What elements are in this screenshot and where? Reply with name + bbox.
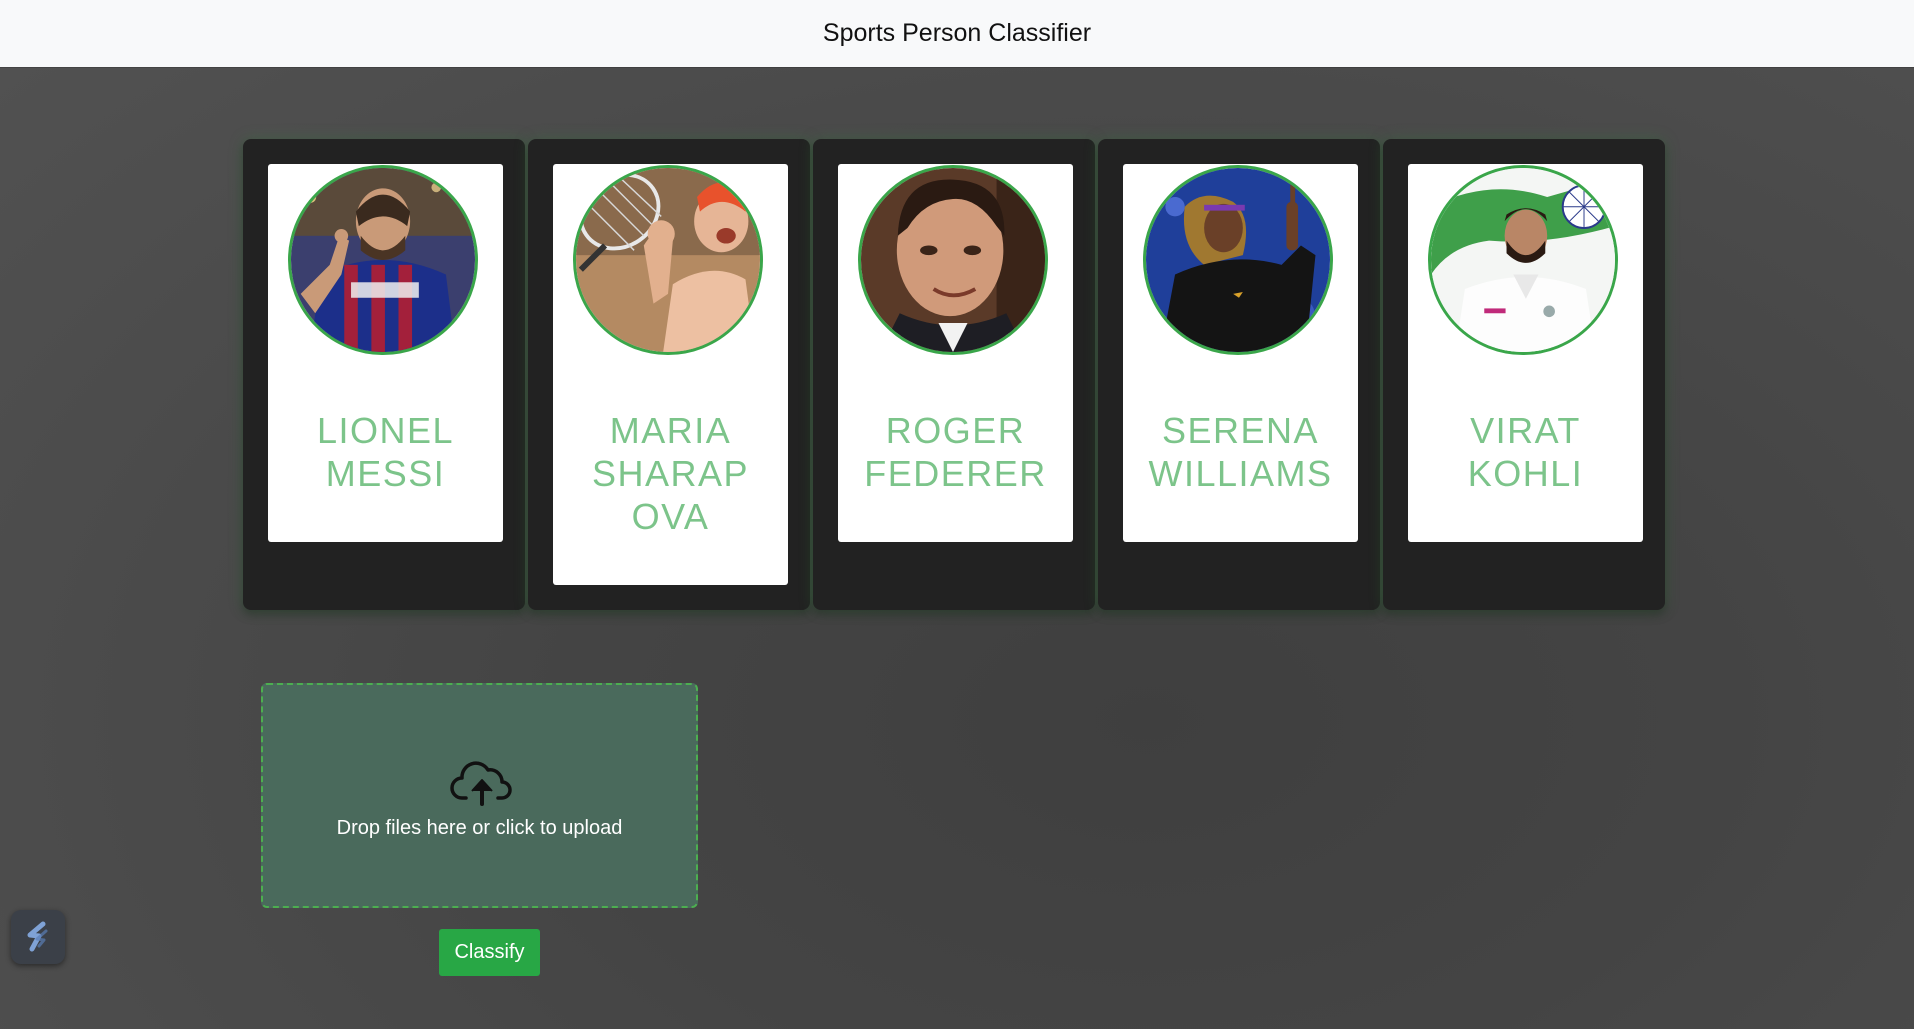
player-name-line: VIRAT <box>1470 410 1581 451</box>
player-name-line: ROGER <box>885 410 1026 451</box>
serena-photo <box>1143 165 1333 355</box>
player-name: LIONEL MESSI <box>268 409 503 495</box>
player-card-body: ROGER FEDERER <box>838 164 1073 542</box>
player-name: SERENA WILLIAMS <box>1123 409 1358 495</box>
player-card-body: LIONEL MESSI <box>268 164 503 542</box>
cloud-upload-icon <box>450 761 512 806</box>
sharapova-photo <box>573 165 763 355</box>
player-card-sharapova: MARIA SHARAP OVA <box>528 139 810 610</box>
player-card-body: VIRAT KOHLI <box>1408 164 1643 542</box>
lightning-s-icon <box>27 921 48 952</box>
kohli-photo <box>1428 165 1618 355</box>
app-title[interactable]: Sports Person Classifier <box>823 19 1091 48</box>
floating-widget-button[interactable] <box>11 910 65 964</box>
player-name-line: OVA <box>631 496 710 537</box>
player-name-line: FEDERER <box>864 453 1047 494</box>
federer-photo <box>858 165 1048 355</box>
player-name-line: SERENA <box>1161 410 1320 451</box>
player-name-line: MARIA <box>609 410 732 451</box>
player-card-kohli: VIRAT KOHLI <box>1383 139 1665 610</box>
player-name-line: WILLIAMS <box>1148 453 1333 494</box>
player-card-body: MARIA SHARAP OVA <box>553 164 788 585</box>
player-name: MARIA SHARAP OVA <box>553 409 788 538</box>
player-cards: LIONEL MESSI MARIA SHARAP OVA ROGER FEDE… <box>243 139 1665 610</box>
player-card-messi: LIONEL MESSI <box>243 139 525 610</box>
navbar: Sports Person Classifier <box>0 0 1914 67</box>
player-name-line: SHARAP <box>591 453 750 494</box>
player-card-body: SERENA WILLIAMS <box>1123 164 1358 542</box>
player-name-line: KOHLI <box>1467 453 1584 494</box>
player-name-line: MESSI <box>325 453 446 494</box>
player-name-line: LIONEL <box>316 410 455 451</box>
classify-button[interactable]: Classify <box>439 929 540 976</box>
player-name: ROGER FEDERER <box>838 409 1073 495</box>
player-card-federer: ROGER FEDERER <box>813 139 1095 610</box>
messi-photo <box>288 165 478 355</box>
dropzone-prompt: Drop files here or click to upload <box>336 817 623 839</box>
player-name: VIRAT KOHLI <box>1408 409 1643 495</box>
file-dropzone[interactable]: Drop files here or click to upload <box>261 683 698 908</box>
player-card-serena: SERENA WILLIAMS <box>1098 139 1380 610</box>
